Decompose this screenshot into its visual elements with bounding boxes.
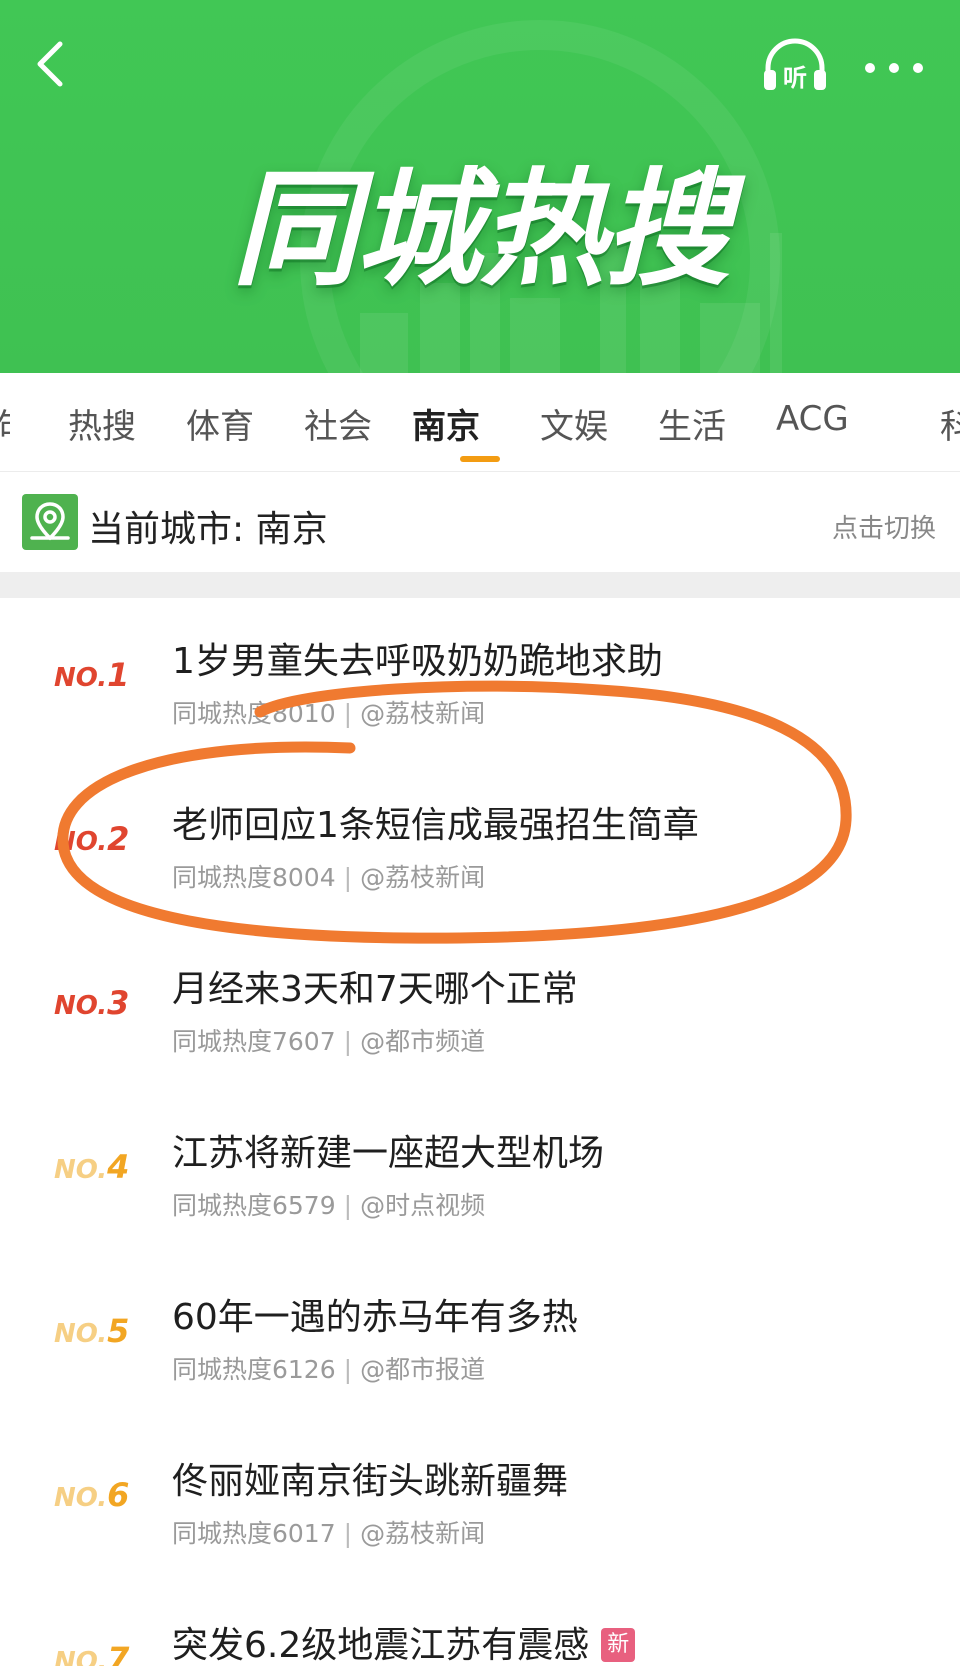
tab-partial-right[interactable]: 科: [940, 399, 960, 457]
heat-value: 同城热度8004: [172, 863, 336, 892]
active-tab-indicator: [460, 456, 500, 462]
item-title: 60年一遇的赤马年有多热: [172, 1297, 578, 1338]
rank-badge: NO.2: [54, 820, 130, 858]
source-name[interactable]: @荔枝新闻: [360, 863, 485, 892]
heat-value: 同城热度7607: [172, 1027, 336, 1056]
tab-partial-left[interactable]: 句: [0, 399, 10, 457]
tab-nanjing[interactable]: 南京: [412, 399, 480, 448]
listen-label: 听: [783, 64, 807, 92]
rank-badge: NO.7: [54, 1640, 130, 1666]
back-button[interactable]: [28, 36, 76, 92]
list-item[interactable]: NO.1 1岁男童失去呼吸奶奶跪地求助 同城热度8010 | @荔枝新闻: [0, 598, 960, 762]
item-meta: 同城热度6017 | @荔枝新闻: [172, 1519, 486, 1548]
item-title: 月经来3天和7天哪个正常: [172, 969, 578, 1010]
more-button[interactable]: [856, 48, 932, 88]
app-root: 同城热搜 听 句 热搜 体育 社会 南京 文娱 生活 ACG: [0, 0, 960, 1666]
rank-badge: NO.6: [54, 1476, 130, 1514]
item-meta: 同城热度6126 | @都市报道: [172, 1355, 486, 1384]
tab-life[interactable]: 生活: [658, 399, 726, 448]
rank-badge: NO.1: [54, 656, 130, 694]
tab-entertainment[interactable]: 文娱: [540, 399, 608, 448]
list-item[interactable]: NO.2 老师回应1条短信成最强招生简章 同城热度8004 | @荔枝新闻: [0, 762, 960, 926]
rank-badge: NO.5: [54, 1312, 130, 1350]
headphones-listen-icon: 听: [764, 38, 826, 92]
source-name[interactable]: @都市报道: [360, 1355, 485, 1384]
list-item[interactable]: NO.7 突发6.2级地震江苏有震感新: [0, 1582, 960, 1666]
current-city-bar: 当前城市: 南京 点击切换: [0, 472, 960, 572]
item-title: 老师回应1条短信成最强招生简章: [172, 805, 699, 846]
source-name[interactable]: @荔枝新闻: [360, 699, 485, 728]
item-title: 突发6.2级地震江苏有震感新: [172, 1616, 636, 1666]
section-divider: [0, 572, 960, 598]
heat-value: 同城热度6579: [172, 1191, 336, 1220]
list-item[interactable]: NO.4 江苏将新建一座超大型机场 同城热度6579 | @时点视频: [0, 1090, 960, 1254]
hot-search-list: NO.1 1岁男童失去呼吸奶奶跪地求助 同城热度8010 | @荔枝新闻 NO.2 …: [0, 598, 960, 1666]
item-title: 江苏将新建一座超大型机场: [172, 1133, 605, 1174]
switch-city-link[interactable]: 点击切换: [832, 508, 936, 545]
item-title: 1岁男童失去呼吸奶奶跪地求助: [172, 641, 663, 682]
source-name[interactable]: @时点视频: [360, 1191, 485, 1220]
new-badge: 新: [601, 1628, 636, 1662]
item-meta: 同城热度8004 | @荔枝新闻: [172, 863, 486, 892]
listen-button[interactable]: 听: [762, 38, 828, 94]
category-tabbar: 句 热搜 体育 社会 南京 文娱 生活 ACG 科: [0, 373, 960, 472]
heat-value: 同城热度6017: [172, 1519, 336, 1548]
tab-society[interactable]: 社会: [304, 399, 372, 448]
page-title: 同城热搜: [232, 156, 730, 303]
heat-value: 同城热度6126: [172, 1355, 336, 1384]
current-city-label: 当前城市: 南京: [88, 509, 328, 550]
item-meta: 同城热度8010 | @荔枝新闻: [172, 699, 486, 728]
list-item[interactable]: NO.3 月经来3天和7天哪个正常 同城热度7607 | @都市频道: [0, 926, 960, 1090]
list-item[interactable]: NO.6 佟丽娅南京街头跳新疆舞 同城热度6017 | @荔枝新闻: [0, 1418, 960, 1582]
item-meta: 同城热度6579 | @时点视频: [172, 1191, 486, 1220]
tab-hot[interactable]: 热搜: [68, 399, 136, 448]
ellipsis-icon: [865, 63, 923, 73]
chevron-left-icon: [37, 41, 63, 87]
tab-sports[interactable]: 体育: [186, 399, 254, 448]
item-title: 佟丽娅南京街头跳新疆舞: [172, 1461, 569, 1502]
source-name[interactable]: @荔枝新闻: [360, 1519, 485, 1548]
rank-badge: NO.3: [54, 984, 130, 1022]
hero-banner: 同城热搜 听: [0, 0, 960, 373]
list-item[interactable]: NO.5 60年一遇的赤马年有多热 同城热度6126 | @都市报道: [0, 1254, 960, 1418]
item-meta: 同城热度7607 | @都市频道: [172, 1027, 486, 1056]
source-name[interactable]: @都市频道: [360, 1027, 485, 1056]
heat-value: 同城热度8010: [172, 699, 336, 728]
rank-badge: NO.4: [54, 1148, 130, 1186]
map-pin-icon: [22, 494, 78, 550]
tab-acg[interactable]: ACG: [776, 399, 849, 439]
